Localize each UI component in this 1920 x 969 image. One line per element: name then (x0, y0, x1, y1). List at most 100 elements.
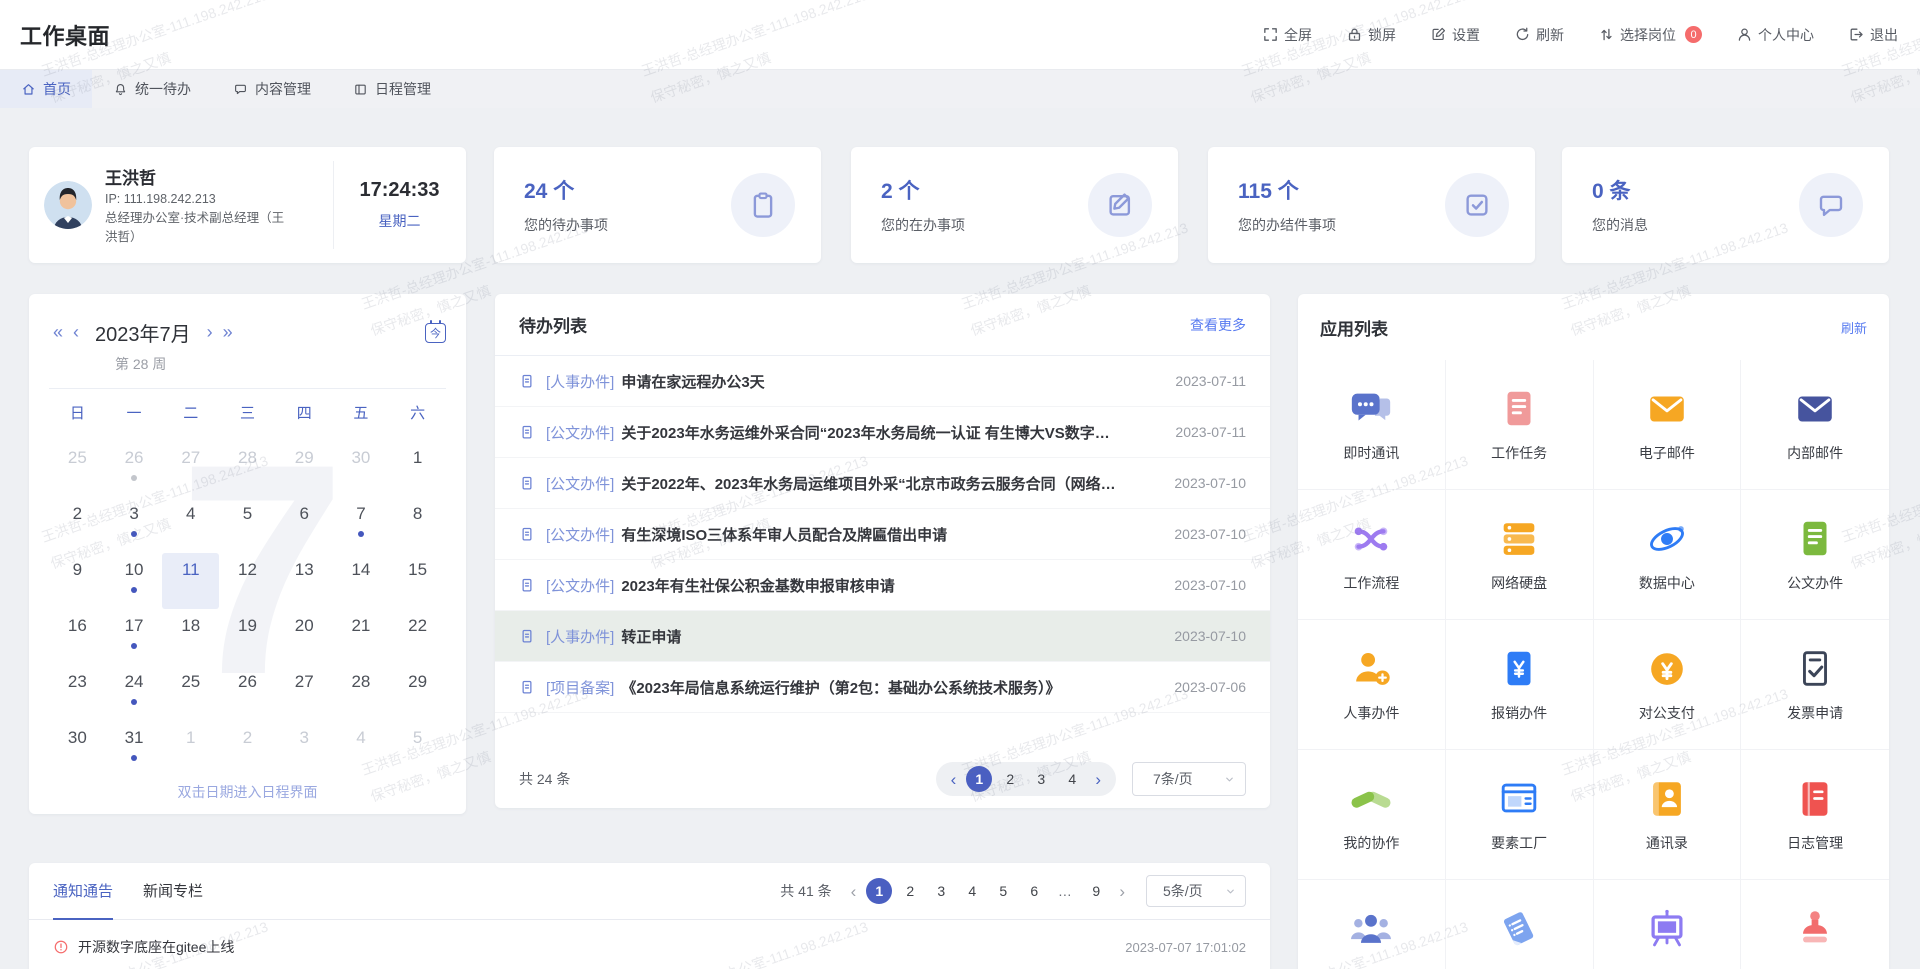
todo-item[interactable]: [公文办件]关于2022年、2023年水务局运维项目外采“北京市政务云服务合同（… (495, 458, 1270, 509)
todo-item[interactable]: [公文办件]2023年有生社保公积金基数申报审核申请2023-07-10 (495, 560, 1270, 611)
calendar-day[interactable]: 9 (49, 553, 106, 609)
page-number[interactable]: 2 (897, 878, 923, 904)
calendar-day[interactable]: 29 (389, 665, 446, 721)
calendar-day[interactable]: 28 (219, 441, 276, 497)
lock-screen-button[interactable]: 锁屏 (1346, 25, 1396, 45)
page-number[interactable]: 5 (990, 878, 1016, 904)
calendar-day[interactable]: 17 (106, 609, 163, 665)
app-item[interactable]: 数据中心 (1594, 490, 1742, 620)
page-number[interactable]: 9 (1083, 878, 1109, 904)
calendar-day[interactable]: 1 (389, 441, 446, 497)
settings-button[interactable]: 设置 (1430, 25, 1480, 45)
tab-content-management[interactable]: 内容管理 (212, 70, 332, 108)
app-item[interactable]: 通讯录 (1594, 750, 1742, 880)
calendar-day[interactable]: 13 (276, 553, 333, 609)
app-item[interactable] (1298, 880, 1446, 969)
page-number[interactable]: 3 (1028, 766, 1054, 792)
tab-home[interactable]: 首页 (0, 70, 92, 108)
notice-page-size-select[interactable]: 5条/页 (1146, 875, 1246, 907)
app-item[interactable]: 电子邮件 (1594, 360, 1742, 490)
calendar-day[interactable]: 4 (333, 721, 390, 777)
calendar-day[interactable]: 12 (219, 553, 276, 609)
todo-item[interactable]: [人事办件]转正申请2023-07-10 (495, 611, 1270, 662)
page-number[interactable]: 4 (959, 878, 985, 904)
calendar-day[interactable]: 31 (106, 721, 163, 777)
tab-news[interactable]: 新闻专栏 (143, 864, 203, 920)
select-post-button[interactable]: 选择岗位 0 (1598, 25, 1702, 45)
calendar-footer-hint[interactable]: 双击日期进入日程界面 (29, 782, 466, 802)
refresh-button[interactable]: 刷新 (1514, 25, 1564, 45)
calendar-day[interactable]: 3 (106, 497, 163, 553)
next-page-button[interactable]: › (1090, 771, 1106, 788)
app-item[interactable]: 网络硬盘 (1446, 490, 1594, 620)
calendar-day[interactable]: 19 (219, 609, 276, 665)
app-item[interactable] (1594, 880, 1742, 969)
next-month-button[interactable]: › (201, 322, 219, 343)
stat-card-inprogress[interactable]: 2 个 您的在办事项 (851, 147, 1178, 263)
app-item[interactable]: 报销办件 (1446, 620, 1594, 750)
news-item[interactable]: 开源数字底座在gitee上线 2023-07-07 17:01:02 (53, 937, 1246, 957)
today-icon[interactable]: 今 (425, 323, 446, 343)
calendar-day[interactable]: 18 (162, 609, 219, 665)
app-item[interactable]: 内部邮件 (1741, 360, 1889, 490)
calendar-day[interactable]: 26 (106, 441, 163, 497)
app-item[interactable]: 我的协作 (1298, 750, 1446, 880)
calendar-day[interactable]: 7 (333, 497, 390, 553)
page-number[interactable]: 1 (966, 766, 992, 792)
personal-center-button[interactable]: 个人中心 (1736, 25, 1814, 45)
calendar-day[interactable]: 8 (389, 497, 446, 553)
apps-refresh-link[interactable]: 刷新 (1841, 318, 1867, 337)
todo-item[interactable]: [项目备案]《2023年局信息系统运行维护（第2包：基础办公系统技术服务）》20… (495, 662, 1270, 713)
calendar-day[interactable]: 4 (162, 497, 219, 553)
next-page-button[interactable]: › (1114, 883, 1130, 900)
calendar-day[interactable]: 3 (276, 721, 333, 777)
prev-month-button[interactable]: ‹ (67, 322, 85, 343)
calendar-day[interactable]: 14 (333, 553, 390, 609)
prev-year-button[interactable]: « (49, 322, 67, 343)
calendar-day[interactable]: 10 (106, 553, 163, 609)
calendar-day[interactable]: 30 (333, 441, 390, 497)
calendar-day[interactable]: 2 (219, 721, 276, 777)
page-number[interactable]: 2 (997, 766, 1023, 792)
calendar-day[interactable]: 27 (162, 441, 219, 497)
page-number[interactable]: 3 (928, 878, 954, 904)
fullscreen-button[interactable]: 全屏 (1262, 25, 1312, 45)
calendar-day[interactable]: 28 (333, 665, 390, 721)
calendar-day[interactable]: 11 (162, 553, 219, 609)
stat-card-messages[interactable]: 0 条 您的消息 (1562, 147, 1889, 263)
calendar-day[interactable]: 1 (162, 721, 219, 777)
calendar-day[interactable]: 5 (389, 721, 446, 777)
prev-page-button[interactable]: ‹ (946, 771, 962, 788)
calendar-day[interactable]: 6 (276, 497, 333, 553)
calendar-day[interactable]: 16 (49, 609, 106, 665)
app-item[interactable]: 公文办件 (1741, 490, 1889, 620)
calendar-day[interactable]: 2 (49, 497, 106, 553)
app-item[interactable]: 人事办件 (1298, 620, 1446, 750)
app-item[interactable]: 工作流程 (1298, 490, 1446, 620)
stat-card-todo[interactable]: 24 个 您的待办事项 (494, 147, 821, 263)
calendar-day[interactable]: 21 (333, 609, 390, 665)
todo-item[interactable]: [人事办件]申请在家远程办公3天2023-07-11 (495, 356, 1270, 407)
calendar-day[interactable]: 23 (49, 665, 106, 721)
next-year-button[interactable]: » (219, 322, 237, 343)
todo-item[interactable]: [公文办件]有生深境ISO三体系年审人员配合及牌匾借出申请2023-07-10 (495, 509, 1270, 560)
app-item[interactable]: 对公支付 (1594, 620, 1742, 750)
stat-card-completed[interactable]: 115 个 您的办结件事项 (1208, 147, 1535, 263)
calendar-day[interactable]: 27 (276, 665, 333, 721)
app-item[interactable]: 即时通讯 (1298, 360, 1446, 490)
calendar-day[interactable]: 25 (49, 441, 106, 497)
tab-unified-todo[interactable]: 统一待办 (92, 70, 212, 108)
page-number[interactable]: 1 (866, 878, 892, 904)
todo-item[interactable]: [公文办件]关于2023年水务运维外采合同“2023年水务局统一认证 有生博大V… (495, 407, 1270, 458)
calendar-day[interactable]: 20 (276, 609, 333, 665)
app-item[interactable]: 要素工厂 (1446, 750, 1594, 880)
calendar-day[interactable]: 25 (162, 665, 219, 721)
app-item[interactable]: 日志管理 (1741, 750, 1889, 880)
logout-button[interactable]: 退出 (1848, 25, 1898, 45)
app-item[interactable]: 发票申请 (1741, 620, 1889, 750)
app-item[interactable] (1446, 880, 1594, 969)
calendar-day[interactable]: 5 (219, 497, 276, 553)
page-number[interactable]: 6 (1021, 878, 1047, 904)
calendar-day[interactable]: 26 (219, 665, 276, 721)
page-number[interactable]: 4 (1059, 766, 1085, 792)
